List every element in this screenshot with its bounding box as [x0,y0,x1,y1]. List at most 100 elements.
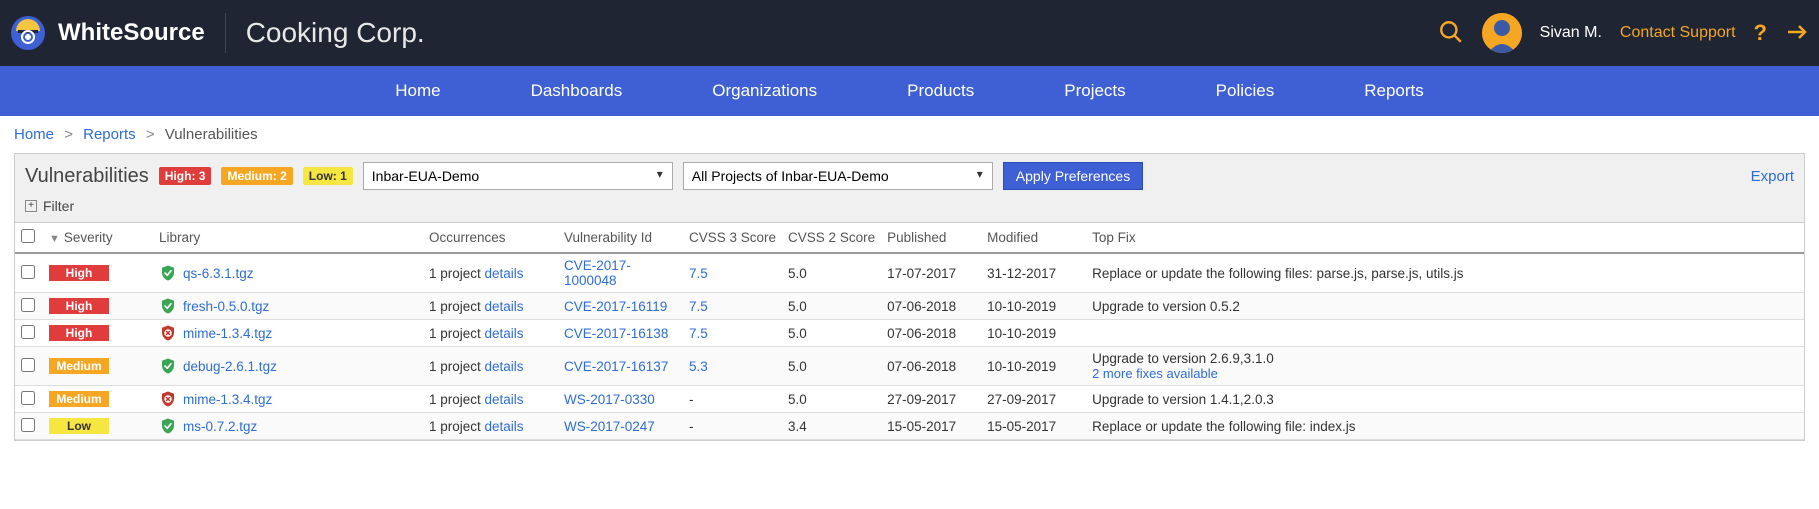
cvss2-value: 3.4 [788,419,807,434]
occurrences-text: 1 project [429,359,485,374]
cvss3-link[interactable]: 5.3 [689,359,708,374]
details-link[interactable]: details [485,299,524,314]
severity-badge: High [49,325,109,341]
shield-icon [159,324,177,342]
col-vuln-id[interactable]: Vulnerability Id [558,223,683,253]
row-checkbox[interactable] [21,298,35,312]
row-checkbox[interactable] [21,358,35,372]
library-link[interactable]: mime-1.3.4.tgz [183,392,272,407]
cvss3-link[interactable]: 7.5 [689,326,708,341]
details-link[interactable]: details [485,326,524,341]
details-link[interactable]: details [485,266,524,281]
modified-date: 10-10-2019 [987,299,1056,314]
top-bar: WhiteSource Cooking Corp. Sivan M. Conta… [0,0,1819,66]
username[interactable]: Sivan M. [1540,24,1602,42]
contact-support-link[interactable]: Contact Support [1620,24,1736,42]
panel-header-row1: Vulnerabilities High: 3 Medium: 2 Low: 1… [25,162,1794,190]
cvss3-link[interactable]: 7.5 [689,266,708,281]
details-link[interactable]: details [485,392,524,407]
col-library[interactable]: Library [153,223,423,253]
col-modified[interactable]: Modified [981,223,1086,253]
cvss2-value: 5.0 [788,326,807,341]
occurrences-text: 1 project [429,326,485,341]
vulnerabilities-panel: Vulnerabilities High: 3 Medium: 2 Low: 1… [14,153,1805,441]
apply-preferences-button[interactable]: Apply Preferences [1003,162,1143,190]
severity-badge: Medium [49,358,109,374]
nav-projects[interactable]: Projects [1064,81,1125,101]
occurrences-text: 1 project [429,299,485,314]
vulnerabilities-table: ▼Severity Library Occurrences Vulnerabil… [15,223,1804,440]
breadcrumb-home[interactable]: Home [14,126,54,143]
topbar-right: Sivan M. Contact Support ? [1438,13,1809,53]
help-icon[interactable]: ? [1754,20,1767,46]
published-date: 15-05-2017 [887,419,956,434]
row-checkbox[interactable] [21,325,35,339]
export-link[interactable]: Export [1751,168,1794,185]
table-row: Medium debug-2.6.1.tgz 1 project details CV… [15,347,1804,386]
topfix-text: Replace or update the following file: in… [1092,419,1355,434]
library-link[interactable]: mime-1.3.4.tgz [183,326,272,341]
select-all-checkbox[interactable] [21,229,35,243]
vuln-id-link[interactable]: CVE-2017-16138 [564,326,668,341]
more-fixes-link[interactable]: 2 more fixes available [1092,366,1218,381]
sort-desc-icon: ▼ [49,233,60,245]
cvss3-value: - [689,392,694,407]
vuln-id-link[interactable]: CVE-2017-16119 [564,299,667,314]
nav-products[interactable]: Products [907,81,974,101]
published-date: 07-06-2018 [887,299,956,314]
vuln-id-link[interactable]: WS-2017-0330 [564,392,655,407]
row-checkbox[interactable] [21,418,35,432]
library-link[interactable]: ms-0.7.2.tgz [183,419,257,434]
col-cvss3[interactable]: CVSS 3 Score [683,223,782,253]
badge-medium: Medium: 2 [221,167,292,185]
vuln-id-link[interactable]: CVE-2017-1000048 [564,258,631,288]
modified-date: 10-10-2019 [987,326,1056,341]
col-occurrences[interactable]: Occurrences [423,223,558,253]
search-icon[interactable] [1438,19,1464,48]
library-link[interactable]: fresh-0.5.0.tgz [183,299,269,314]
vuln-id-link[interactable]: WS-2017-0247 [564,419,655,434]
row-checkbox[interactable] [21,391,35,405]
table-row: Highqs-6.3.1.tgz1 project detailsCVE-201… [15,253,1804,293]
published-date: 27-09-2017 [887,392,956,407]
breadcrumb-reports[interactable]: Reports [83,126,136,143]
library-link[interactable]: qs-6.3.1.tgz [183,266,254,281]
cvss3-value: - [689,419,694,434]
col-severity[interactable]: ▼Severity [43,223,153,253]
nav-home[interactable]: Home [395,81,440,101]
project-select[interactable]: All Projects of Inbar-EUA-Demo [683,162,993,190]
nav-policies[interactable]: Policies [1216,81,1275,101]
row-checkbox[interactable] [21,265,35,279]
brand-name: WhiteSource [58,19,205,47]
details-link[interactable]: details [485,419,524,434]
badge-low: Low: 1 [303,167,353,185]
cvss2-value: 5.0 [788,266,807,281]
library-link[interactable]: debug-2.6.1.tgz [183,359,277,374]
nav-reports[interactable]: Reports [1364,81,1424,101]
nav-dashboards[interactable]: Dashboards [531,81,623,101]
avatar[interactable] [1482,13,1522,53]
filter-label[interactable]: Filter [43,198,74,214]
product-select[interactable]: Inbar-EUA-Demo [363,162,673,190]
divider [225,13,226,53]
expand-filter-icon[interactable]: + [25,200,37,212]
modified-date: 15-05-2017 [987,419,1056,434]
occurrences-text: 1 project [429,392,485,407]
col-topfix[interactable]: Top Fix [1086,223,1804,253]
org-name[interactable]: Cooking Corp. [246,17,425,49]
arrow-right-icon[interactable] [1785,20,1809,47]
published-date: 07-06-2018 [887,326,956,341]
severity-badge: High [49,265,109,281]
table-row: Lowms-0.7.2.tgz1 project detailsWS-2017-… [15,413,1804,440]
details-link[interactable]: details [485,359,524,374]
col-published[interactable]: Published [881,223,981,253]
table-row: Mediummime-1.3.4.tgz1 project detailsWS-… [15,386,1804,413]
published-date: 17-07-2017 [887,266,956,281]
product-select-wrap: Inbar-EUA-Demo [363,162,673,190]
nav-organizations[interactable]: Organizations [712,81,817,101]
cvss3-link[interactable]: 7.5 [689,299,708,314]
col-cvss2[interactable]: CVSS 2 Score [782,223,881,253]
vuln-id-link[interactable]: CVE-2017-16137 [564,359,668,374]
published-date: 07-06-2018 [887,359,956,374]
breadcrumb: Home > Reports > Vulnerabilities [0,116,1819,153]
